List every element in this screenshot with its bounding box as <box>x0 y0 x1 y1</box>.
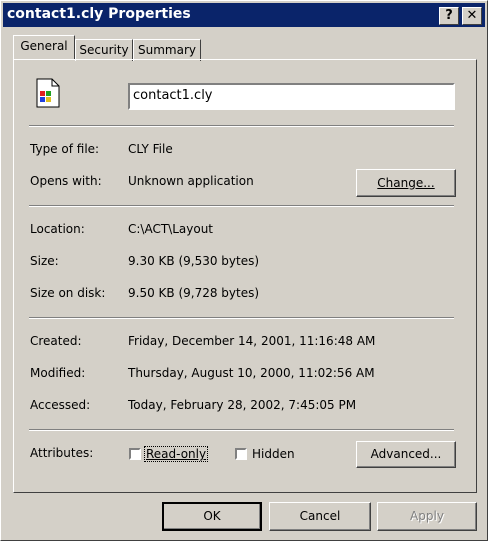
type-of-file-label: Type of file: <box>30 142 100 156</box>
read-only-checkbox[interactable] <box>129 448 141 460</box>
hidden-label[interactable]: Hidden <box>252 447 295 461</box>
created-value: Friday, December 14, 2001, 11:16:48 AM <box>128 334 376 348</box>
separator <box>29 317 454 319</box>
ok-button-label: OK <box>203 509 221 523</box>
separator <box>29 125 454 127</box>
change-button[interactable]: Change... <box>356 169 456 197</box>
ok-button[interactable]: OK <box>162 502 262 531</box>
attributes-label: Attributes: <box>30 446 94 460</box>
help-button[interactable]: ? <box>439 7 459 25</box>
created-label: Created: <box>30 334 82 348</box>
separator <box>29 429 454 431</box>
opens-with-label: Opens with: <box>30 174 102 188</box>
change-button-label: Change... <box>377 176 435 190</box>
size-on-disk-value: 9.50 KB (9,728 bytes) <box>128 286 260 300</box>
file-name-input[interactable]: contact1.cly <box>128 83 455 110</box>
tab-general-label: General <box>20 39 68 53</box>
accessed-label: Accessed: <box>30 398 91 412</box>
close-button[interactable]: ✕ <box>462 7 482 25</box>
size-on-disk-label: Size on disk: <box>30 286 106 300</box>
advanced-button-label: Advanced... <box>370 447 442 461</box>
apply-button-label: Apply <box>410 509 444 523</box>
opens-with-value: Unknown application <box>128 174 254 188</box>
type-of-file-value: CLY File <box>128 142 173 156</box>
tab-security-label: Security <box>79 43 129 57</box>
accessed-value: Today, February 28, 2002, 7:45:05 PM <box>128 398 357 412</box>
apply-button[interactable]: Apply <box>377 502 477 531</box>
advanced-button[interactable]: Advanced... <box>356 441 456 468</box>
separator <box>29 205 454 207</box>
location-value: C:\ACT\Layout <box>128 222 214 236</box>
properties-dialog: contact1.cly Properties ? ✕ General Secu… <box>0 0 488 541</box>
windows-file-icon <box>36 78 60 108</box>
size-label: Size: <box>30 254 59 268</box>
tab-security[interactable]: Security <box>75 39 133 61</box>
title-bar[interactable]: contact1.cly Properties ? ✕ <box>3 3 485 27</box>
modified-value: Thursday, August 10, 2000, 11:02:56 AM <box>128 366 375 380</box>
tab-summary-label: Summary <box>138 43 196 57</box>
cancel-button[interactable]: Cancel <box>269 502 371 531</box>
cancel-button-label: Cancel <box>299 509 341 523</box>
modified-label: Modified: <box>30 366 86 380</box>
size-value: 9.30 KB (9,530 bytes) <box>128 254 260 268</box>
read-only-label[interactable]: Read-only <box>144 446 209 462</box>
tab-general[interactable]: General <box>13 35 75 59</box>
hidden-checkbox[interactable] <box>235 448 247 460</box>
tab-summary[interactable]: Summary <box>133 39 201 61</box>
location-label: Location: <box>30 222 85 236</box>
window-title: contact1.cly Properties <box>7 6 191 22</box>
